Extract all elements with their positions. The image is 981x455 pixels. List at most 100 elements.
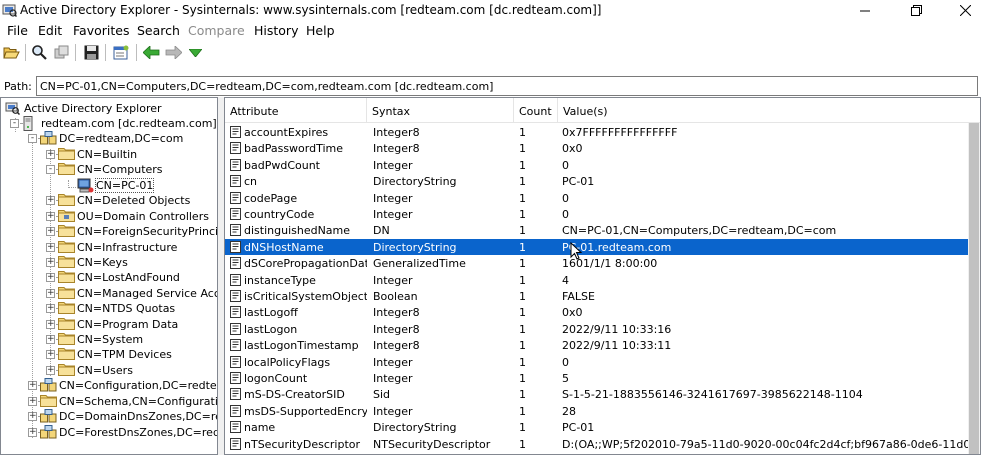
tree-node[interactable]: + CN=System — [1, 332, 217, 348]
collapse-icon[interactable]: - — [46, 165, 55, 174]
toolbar-separator — [75, 44, 76, 61]
tree-node[interactable]: + CN=TPM Devices — [1, 347, 217, 363]
save-button[interactable] — [82, 43, 101, 62]
disconnect-button[interactable] — [52, 43, 71, 62]
tree-node[interactable]: + CN=Users — [1, 363, 217, 379]
table-row[interactable]: localPolicyFlags Integer 1 0 — [225, 354, 970, 370]
tree-node[interactable]: + DC=DomainDnsZones,DC=redtea — [1, 409, 217, 425]
expand-icon[interactable]: + — [46, 196, 55, 205]
expand-icon[interactable]: + — [46, 243, 55, 252]
menu-help[interactable]: Help — [306, 23, 335, 38]
attribute-list[interactable]: Attribute Syntax Count Value(s) accountE… — [224, 97, 981, 455]
tree-pane[interactable]: Active Directory Explorer - redteam.com [d… — [0, 97, 218, 455]
expand-icon[interactable]: + — [28, 397, 37, 406]
cell-value: CN=PC-01,CN=Computers,DC=redteam,DC=com — [562, 224, 837, 238]
menu-compare[interactable]: Compare — [188, 23, 245, 38]
menu-search[interactable]: Search — [137, 23, 180, 38]
tree-node[interactable]: + CN=Configuration,DC=redteam,[ — [1, 378, 217, 394]
tree-node[interactable]: + CN=Managed Service Accour — [1, 286, 217, 302]
properties-button[interactable] — [112, 43, 131, 62]
expand-icon[interactable]: + — [46, 289, 55, 298]
column-header-values[interactable]: Value(s) — [558, 98, 970, 123]
table-row[interactable]: countryCode Integer 1 0 — [225, 206, 970, 222]
table-row[interactable]: codePage Integer 1 0 — [225, 190, 970, 206]
table-row[interactable]: badPasswordTime Integer8 1 0x0 — [225, 140, 970, 156]
forward-button[interactable] — [164, 43, 183, 62]
table-row[interactable]: lastLogoff Integer8 1 0x0 — [225, 304, 970, 320]
expand-icon[interactable]: + — [28, 381, 37, 390]
tree-node[interactable]: + CN=Program Data — [1, 317, 217, 333]
floppy-disk-icon — [84, 45, 99, 60]
collapse-icon[interactable]: - — [28, 134, 37, 143]
tree-node[interactable]: + CN=LostAndFound — [1, 270, 217, 286]
collapse-icon[interactable]: - — [10, 119, 19, 128]
tree-node[interactable]: CN=PC-01 — [1, 178, 217, 194]
tree-node[interactable]: + DC=ForestDnsZones,DC=redteam — [1, 425, 217, 441]
expand-icon[interactable]: + — [46, 227, 55, 236]
expand-icon[interactable]: + — [46, 258, 55, 267]
restore-button[interactable] — [893, 0, 939, 21]
cell-syntax: Boolean — [373, 290, 418, 303]
tree-node[interactable]: + OU=Domain Controllers — [1, 209, 217, 225]
menu-favorites[interactable]: Favorites — [73, 23, 129, 38]
cell-syntax: Integer8 — [373, 322, 420, 336]
tree-node-label: CN=Program Data — [77, 318, 179, 331]
expand-icon[interactable]: + — [46, 350, 55, 359]
minimize-button[interactable] — [842, 0, 888, 21]
table-row[interactable]: distinguishedName DN 1 CN=PC-01,CN=Computer… — [225, 222, 970, 238]
table-row[interactable]: dNSHostName DirectoryString 1 PC-01.redteam… — [225, 238, 970, 256]
table-row[interactable]: cn DirectoryString 1 PC-01 — [225, 173, 970, 189]
expand-icon[interactable]: + — [46, 273, 55, 282]
tree-node[interactable]: + CN=ForeignSecurityPrincipals — [1, 224, 217, 240]
menu-edit[interactable]: Edit — [38, 23, 62, 38]
history-dropdown-button[interactable] — [186, 43, 205, 62]
expand-icon[interactable]: + — [46, 304, 55, 313]
table-row[interactable]: badPwdCount Integer 1 0 — [225, 157, 970, 173]
column-header-count[interactable]: Count — [514, 98, 557, 123]
vertical-scrollbar[interactable] — [968, 123, 980, 454]
expand-icon[interactable]: + — [28, 412, 37, 421]
column-header-attribute[interactable]: Attribute — [225, 98, 366, 123]
back-button[interactable] — [142, 43, 161, 62]
table-row[interactable]: mS-DS-CreatorSID Sid 1 S-1-5-21-1883556146-… — [225, 386, 970, 402]
tree-node-label: redteam.com [dc.redteam.com] — [41, 117, 217, 130]
tree-node[interactable]: + CN=Infrastructure — [1, 240, 217, 256]
tree-node[interactable]: - DC=redteam,DC=com — [1, 131, 217, 147]
menu-file[interactable]: File — [7, 23, 28, 38]
table-row[interactable]: instanceType Integer 1 4 — [225, 272, 970, 288]
menu-history[interactable]: History — [254, 23, 298, 38]
table-row[interactable]: dSCorePropagationData GeneralizedTime 1 160… — [225, 255, 970, 271]
table-row[interactable]: isCriticalSystemObject Boolean 1 FALSE — [225, 288, 970, 304]
cell-count: 1 — [519, 158, 526, 172]
table-row[interactable]: accountExpires Integer8 1 0x7FFFFFFFFFFFFFF… — [225, 124, 970, 140]
tree-node[interactable]: + CN=Builtin — [1, 147, 217, 163]
table-row[interactable]: lastLogon Integer8 1 2022/9/11 10:33:16 — [225, 321, 970, 337]
column-header-syntax[interactable]: Syntax — [367, 98, 513, 123]
scrollbar-thumb[interactable] — [969, 123, 979, 454]
expand-icon[interactable]: + — [46, 366, 55, 375]
tree-node[interactable]: + CN=NTDS Quotas — [1, 301, 217, 317]
tree-node[interactable]: - redteam.com [dc.redteam.com] — [1, 116, 217, 132]
tree-node[interactable]: + CN=Deleted Objects — [1, 193, 217, 209]
expand-icon[interactable]: + — [46, 335, 55, 344]
expand-icon[interactable]: + — [46, 150, 55, 159]
tree-node[interactable]: + CN=Schema,CN=Configuration,D — [1, 394, 217, 410]
close-button[interactable] — [942, 0, 981, 21]
table-row[interactable]: msDS-SupportedEncryp... Integer 1 28 — [225, 403, 970, 419]
open-button[interactable] — [2, 43, 21, 62]
expand-icon[interactable]: + — [46, 212, 55, 221]
expand-icon[interactable]: + — [28, 428, 37, 437]
tree-node[interactable]: Active Directory Explorer — [1, 101, 217, 117]
expand-icon[interactable]: + — [46, 320, 55, 329]
table-row[interactable]: logonCount Integer 1 5 — [225, 370, 970, 386]
table-row[interactable]: name DirectoryString 1 PC-01 — [225, 419, 970, 435]
table-row[interactable]: nTSecurityDescriptor NTSecurityDescriptor… — [225, 436, 980, 452]
connect-button[interactable] — [30, 43, 49, 62]
tree-node[interactable]: + CN=Keys — [1, 255, 217, 271]
cell-attribute: dSCorePropagationData — [244, 257, 367, 271]
table-row[interactable]: lastLogonTimestamp Integer8 1 2022/9/11 10:… — [225, 337, 970, 353]
cell-attribute: mS-DS-CreatorSID — [244, 388, 345, 402]
attribute-icon — [230, 437, 241, 450]
path-input[interactable]: CN=PC-01,CN=Computers,DC=redteam,DC=com,… — [36, 76, 978, 96]
tree-node[interactable]: - CN=Computers — [1, 162, 217, 178]
